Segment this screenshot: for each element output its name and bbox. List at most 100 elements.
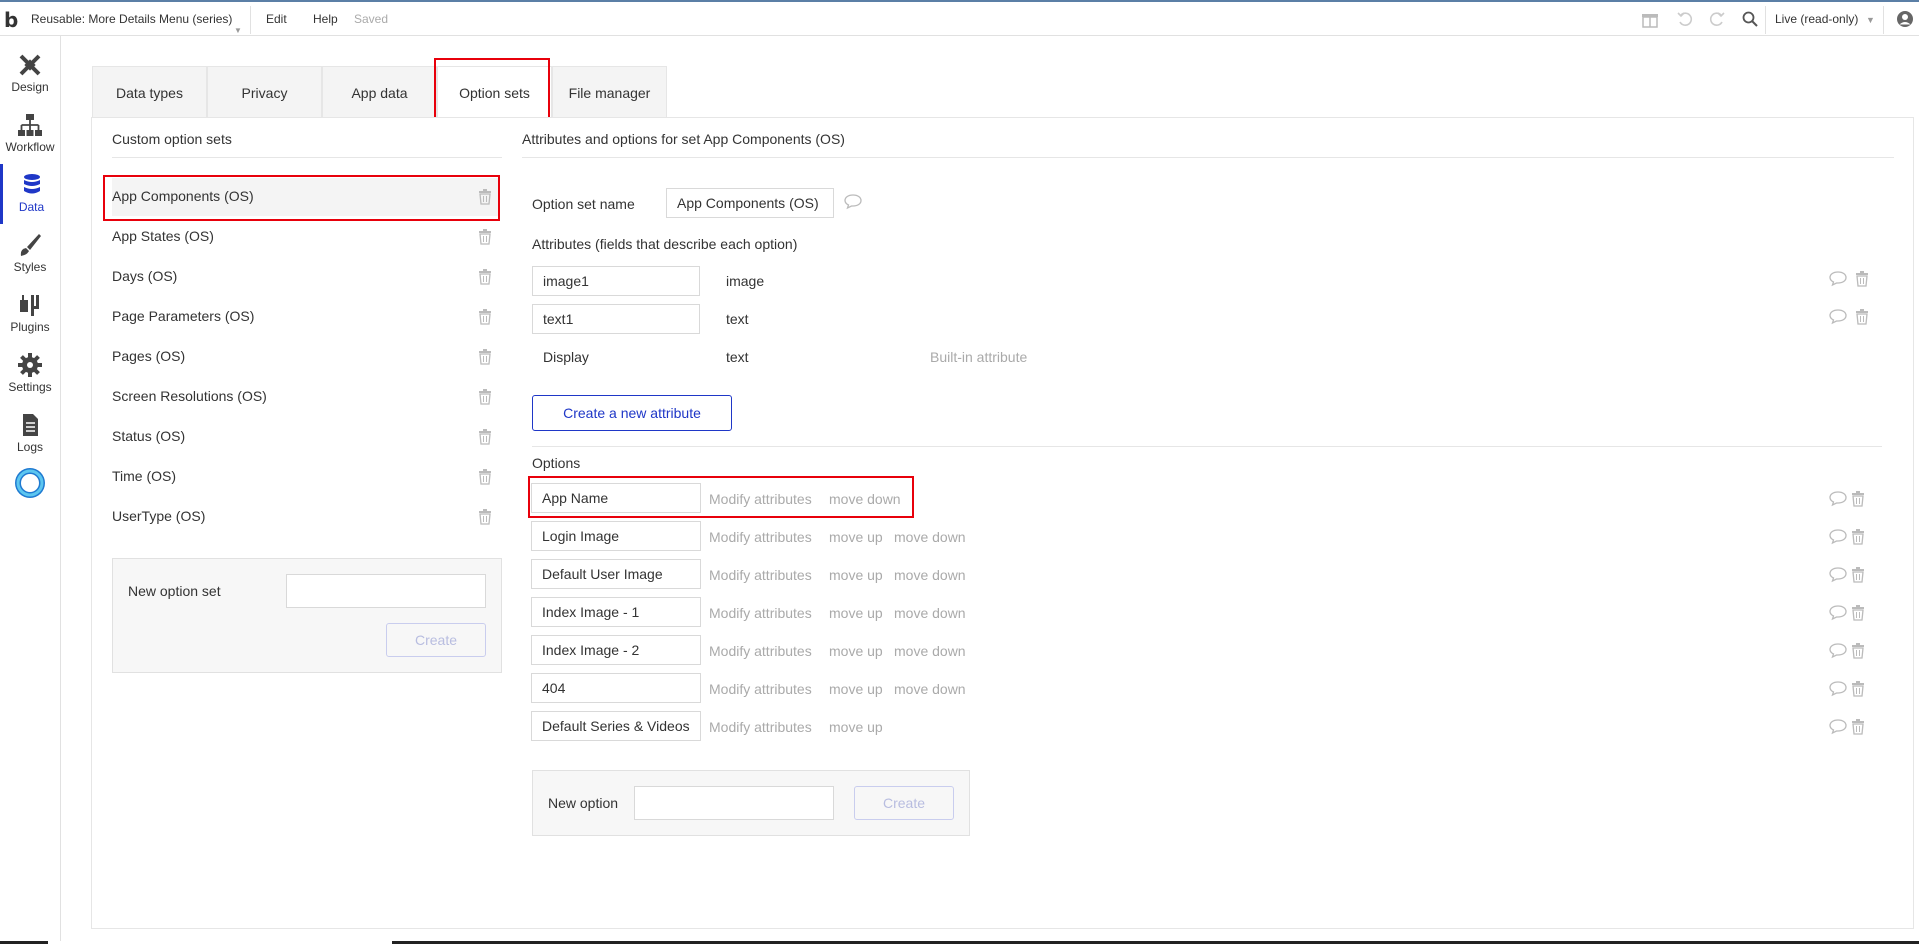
tab-app-data[interactable]: App data	[322, 66, 437, 118]
user-icon[interactable]	[1895, 10, 1915, 30]
modify-attributes-link[interactable]: Modify attributes	[709, 567, 812, 583]
trash-icon[interactable]	[478, 349, 492, 368]
modify-attributes-link[interactable]: Modify attributes	[709, 491, 812, 507]
option-name-input[interactable]: Login Image	[531, 521, 701, 551]
move-up-link[interactable]: move up	[829, 719, 883, 735]
trash-icon[interactable]	[1851, 605, 1865, 624]
attribute-name-input[interactable]: image1	[532, 266, 700, 296]
move-down-link[interactable]: move down	[894, 643, 966, 659]
trash-icon[interactable]	[1855, 309, 1869, 328]
sidebar-item-design[interactable]: Design	[0, 44, 60, 104]
page-selector[interactable]: Reusable: More Details Menu (series)	[31, 12, 232, 26]
move-up-link[interactable]: move up	[829, 567, 883, 583]
trash-icon[interactable]	[478, 509, 492, 528]
sidebar-item-workflow[interactable]: Workflow	[0, 104, 60, 164]
comment-icon[interactable]	[844, 194, 862, 213]
move-down-link[interactable]: move down	[894, 681, 966, 697]
trash-icon[interactable]	[478, 469, 492, 488]
comment-icon[interactable]	[1829, 605, 1847, 624]
sidebar-item-settings[interactable]: Settings	[0, 344, 60, 404]
option-set-name-input[interactable]: App Components (OS)	[666, 188, 834, 218]
search-icon[interactable]	[1740, 10, 1760, 30]
bubble-logo[interactable]: b	[4, 8, 18, 32]
option-set-row[interactable]: Pages (OS)	[112, 338, 500, 376]
tab-privacy[interactable]: Privacy	[207, 66, 322, 118]
option-set-row[interactable]: Days (OS)	[112, 258, 500, 296]
move-down-link[interactable]: move down	[829, 491, 901, 507]
redo-icon[interactable]	[1707, 10, 1727, 30]
menu-edit[interactable]: Edit	[266, 12, 287, 26]
divider	[1883, 6, 1884, 34]
chevron-down-icon[interactable]: ▼	[1866, 15, 1875, 25]
move-up-link[interactable]: move up	[829, 643, 883, 659]
sidebar-item-plugin-app[interactable]	[0, 460, 60, 504]
comment-icon[interactable]	[1829, 491, 1847, 510]
option-name-input[interactable]: App Name	[531, 483, 701, 513]
option-set-row[interactable]: Status (OS)	[112, 418, 500, 456]
attribute-type[interactable]: image	[726, 273, 764, 289]
option-set-row[interactable]: UserType (OS)	[112, 498, 500, 536]
chevron-down-icon[interactable]: ▼	[234, 26, 242, 35]
modify-attributes-link[interactable]: Modify attributes	[709, 605, 812, 621]
modify-attributes-link[interactable]: Modify attributes	[709, 529, 812, 545]
trash-icon[interactable]	[1851, 529, 1865, 548]
sidebar-item-logs[interactable]: Logs	[0, 404, 60, 464]
sidebar-item-data[interactable]: Data	[0, 164, 60, 224]
gift-icon[interactable]	[1640, 10, 1660, 30]
comment-icon[interactable]	[1829, 643, 1847, 662]
create-option-set-button[interactable]: Create	[386, 623, 486, 657]
modify-attributes-link[interactable]: Modify attributes	[709, 681, 812, 697]
comment-icon[interactable]	[1829, 309, 1847, 328]
move-down-link[interactable]: move down	[894, 529, 966, 545]
sidebar-item-styles[interactable]: Styles	[0, 224, 60, 284]
trash-icon[interactable]	[478, 189, 492, 208]
option-name-input[interactable]: Index Image - 2	[531, 635, 701, 665]
option-name-input[interactable]: Default Series & Videos	[531, 711, 701, 741]
modify-attributes-link[interactable]: Modify attributes	[709, 719, 812, 735]
sidebar-item-plugins[interactable]: Plugins	[0, 284, 60, 344]
comment-icon[interactable]	[1829, 271, 1847, 290]
trash-icon[interactable]	[1851, 681, 1865, 700]
ring-logo-icon	[15, 468, 45, 498]
attribute-name-input[interactable]: text1	[532, 304, 700, 334]
option-name-input[interactable]: Index Image - 1	[531, 597, 701, 627]
trash-icon[interactable]	[478, 389, 492, 408]
trash-icon[interactable]	[478, 269, 492, 288]
trash-icon[interactable]	[1851, 567, 1865, 586]
create-attribute-button[interactable]: Create a new attribute	[532, 395, 732, 431]
trash-icon[interactable]	[478, 309, 492, 328]
create-option-button[interactable]: Create	[854, 786, 954, 820]
option-set-row[interactable]: App States (OS)	[112, 218, 500, 256]
move-up-link[interactable]: move up	[829, 529, 883, 545]
trash-icon[interactable]	[1855, 271, 1869, 290]
tab-option-sets[interactable]: Option sets	[437, 66, 552, 118]
comment-icon[interactable]	[1829, 567, 1847, 586]
option-set-row[interactable]: App Components (OS)	[112, 178, 500, 216]
new-option-set-input[interactable]	[286, 574, 486, 608]
option-name-input[interactable]: Default User Image	[531, 559, 701, 589]
tab-data-types[interactable]: Data types	[92, 66, 207, 118]
move-down-link[interactable]: move down	[894, 605, 966, 621]
modify-attributes-link[interactable]: Modify attributes	[709, 643, 812, 659]
comment-icon[interactable]	[1829, 719, 1847, 738]
trash-icon[interactable]	[1851, 643, 1865, 662]
trash-icon[interactable]	[1851, 491, 1865, 510]
version-selector[interactable]: Live (read-only)	[1775, 12, 1858, 26]
trash-icon[interactable]	[1851, 719, 1865, 738]
new-option-input[interactable]	[634, 786, 834, 820]
option-name-input[interactable]: 404	[531, 673, 701, 703]
trash-icon[interactable]	[478, 229, 492, 248]
attribute-type[interactable]: text	[726, 311, 749, 327]
trash-icon[interactable]	[478, 429, 492, 448]
option-set-row[interactable]: Time (OS)	[112, 458, 500, 496]
comment-icon[interactable]	[1829, 681, 1847, 700]
option-set-row[interactable]: Page Parameters (OS)	[112, 298, 500, 336]
move-up-link[interactable]: move up	[829, 681, 883, 697]
move-up-link[interactable]: move up	[829, 605, 883, 621]
menu-help[interactable]: Help	[313, 12, 338, 26]
option-set-row[interactable]: Screen Resolutions (OS)	[112, 378, 500, 416]
comment-icon[interactable]	[1829, 529, 1847, 548]
move-down-link[interactable]: move down	[894, 567, 966, 583]
tab-file-manager[interactable]: File manager	[552, 66, 667, 118]
undo-icon[interactable]	[1675, 10, 1695, 30]
